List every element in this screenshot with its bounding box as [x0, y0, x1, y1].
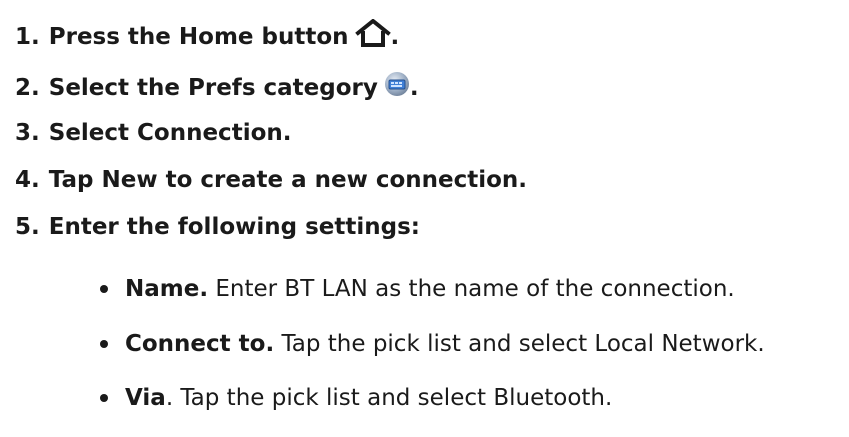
- setting-term: Name.: [125, 276, 209, 302]
- step-trailing: .: [390, 24, 400, 50]
- step-number: 2.: [15, 75, 40, 101]
- step-text: Select Connection.: [48, 120, 292, 146]
- step-5: 5. Enter the following settings:: [15, 212, 420, 242]
- setting-connect-to: Connect to. Tap the pick list and select…: [100, 329, 765, 359]
- step-text: Enter the following settings:: [48, 214, 420, 240]
- bullet-icon: [100, 285, 108, 293]
- home-icon: [354, 18, 391, 55]
- setting-description: . Tap the pick list and select Bluetooth…: [165, 385, 613, 411]
- step-3: 3. Select Connection.: [15, 118, 292, 148]
- instruction-document: 1. Press the Home button . 2. Select the…: [0, 0, 849, 437]
- setting-term: Via: [125, 385, 166, 411]
- step-trailing: .: [409, 75, 419, 101]
- step-number: 4.: [15, 167, 40, 193]
- setting-term: Connect to.: [125, 331, 275, 357]
- bullet-icon: [100, 394, 108, 402]
- step-text: Tap New to create a new connection.: [48, 167, 528, 193]
- prefs-icon: [384, 71, 410, 105]
- setting-name: Name. Enter BT LAN as the name of the co…: [100, 274, 735, 304]
- setting-description: Enter BT LAN as the name of the connecti…: [208, 276, 735, 302]
- step-number: 1.: [15, 24, 40, 50]
- bullet-icon: [100, 340, 108, 348]
- step-2: 2. Select the Prefs category .: [15, 71, 419, 105]
- step-4: 4. Tap New to create a new connection.: [15, 165, 527, 195]
- step-1: 1. Press the Home button .: [15, 18, 400, 55]
- step-number: 5.: [15, 214, 40, 240]
- setting-via: Via . Tap the pick list and select Bluet…: [100, 383, 612, 413]
- setting-description: Tap the pick list and select Local Netwo…: [274, 331, 765, 357]
- step-number: 3.: [15, 120, 40, 146]
- step-text: Select the Prefs category: [48, 75, 378, 101]
- step-text: Press the Home button: [48, 24, 349, 50]
